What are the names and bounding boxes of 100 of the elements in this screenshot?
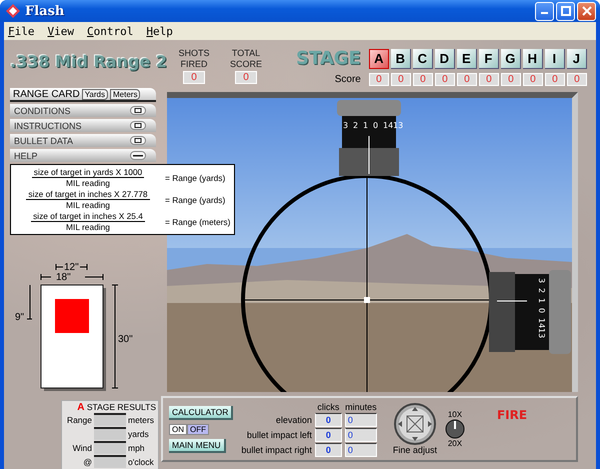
stage-score: 0	[434, 73, 455, 86]
stage-score: 0	[368, 73, 389, 86]
menu-item[interactable]: Control	[83, 24, 142, 38]
formula-denominator: MIL reading	[66, 178, 110, 188]
stage-tab[interactable]: B	[390, 48, 411, 68]
toggle-button[interactable]: ON	[169, 424, 187, 434]
close-icon	[582, 6, 592, 16]
score-label: Score	[334, 74, 361, 84]
calculator-button[interactable]: CALCULATOR	[169, 406, 234, 420]
zoom-knob-icon[interactable]	[444, 419, 465, 439]
expand-icon[interactable]	[130, 136, 146, 145]
column-header: minutes	[344, 402, 377, 412]
adjust-label: bullet impact left	[246, 430, 312, 440]
result-field[interactable]	[94, 427, 126, 440]
counter-label: TOTAL SCORE	[228, 48, 263, 70]
formula-numerator: size of target in yards X 1000	[32, 167, 144, 178]
section-header[interactable]: HELP	[10, 149, 156, 162]
stage-score: 0	[500, 73, 521, 86]
stage-score: 0	[390, 73, 411, 86]
expand-icon[interactable]	[130, 106, 146, 115]
stage-label: STAGE	[296, 48, 361, 69]
result-unit: meters	[128, 414, 155, 424]
turret-scale-number: 13	[537, 328, 546, 338]
result-unit: o'clock	[128, 456, 155, 466]
stage-score: 0	[412, 73, 433, 86]
result-field[interactable]	[94, 441, 126, 454]
stage-tab[interactable]: D	[434, 48, 455, 68]
turret-scale-number: 1	[537, 298, 546, 304]
stage-score: 0	[456, 73, 477, 86]
turret-scale-number: 3	[343, 121, 348, 130]
menu-item[interactable]: File	[4, 24, 44, 38]
turret-scale-number: 3	[537, 278, 546, 284]
clicks-field[interactable]: 0	[314, 412, 342, 426]
counter-value: 0	[183, 71, 205, 84]
formula-result: = Range (yards)	[165, 172, 226, 182]
clicks-field[interactable]: 0	[314, 428, 342, 442]
minutes-field[interactable]: 0	[344, 412, 377, 426]
section-label: INSTRUCTIONS	[14, 120, 82, 130]
result-unit: mph	[128, 442, 146, 452]
result-label: @	[82, 456, 92, 466]
minutes-field[interactable]: 0	[344, 442, 377, 456]
stage-score: 0	[522, 73, 543, 86]
formula-result: = Range (meters)	[165, 216, 230, 226]
result-field[interactable]	[94, 413, 126, 426]
turret-scale-number: 1	[363, 121, 368, 130]
section-label: BULLET DATA	[14, 136, 74, 146]
turret-scale-number: 14	[383, 121, 394, 130]
turret-scale-number: 14	[537, 318, 546, 328]
stage-tab[interactable]: E	[456, 48, 477, 68]
stage-tab[interactable]: A	[368, 48, 389, 68]
clicks-field[interactable]: 0	[314, 442, 342, 456]
section-header[interactable]: CONDITIONS	[10, 104, 156, 117]
section-label: CONDITIONS	[14, 106, 71, 116]
stage-tab[interactable]: F	[478, 48, 499, 68]
fine-adjust-label: Fine adjust	[392, 445, 437, 455]
unit-button[interactable]: Yards	[82, 88, 108, 100]
close-button[interactable]	[577, 2, 596, 20]
section-header[interactable]: INSTRUCTIONS	[10, 119, 156, 132]
stage-score: 0	[478, 73, 499, 86]
column-header: clicks	[316, 402, 340, 412]
counter-value: 0	[235, 71, 257, 84]
stage-tab[interactable]: G	[500, 48, 521, 68]
main-menu-button[interactable]: MAIN MENU	[169, 438, 226, 452]
collapse-icon[interactable]	[130, 151, 146, 160]
stage-score: 0	[544, 73, 565, 86]
section-header[interactable]: BULLET DATA	[10, 134, 156, 147]
turret-scale-number: 0	[537, 308, 546, 314]
maximize-icon	[560, 6, 570, 16]
result-label: Wind	[72, 442, 92, 452]
section-label: HELP	[14, 150, 38, 160]
stage-tab[interactable]: H	[522, 48, 543, 68]
formula-denominator: MIL reading	[66, 222, 110, 232]
zoom-label: 10X	[448, 410, 462, 419]
formula-result: = Range (yards)	[165, 194, 226, 204]
menu-item[interactable]: View	[44, 24, 83, 38]
window-title: Flash	[25, 4, 66, 18]
stage-tab[interactable]: I	[544, 48, 565, 68]
result-label: Range	[66, 414, 92, 424]
range-title: .338 Mid Range 2	[10, 52, 168, 71]
formula-denominator: MIL reading	[66, 200, 110, 210]
formula-numerator: size of target in inches X 25.4	[31, 211, 145, 222]
stage-tab[interactable]: C	[412, 48, 433, 68]
zoom-label: 20X	[448, 439, 462, 448]
menu-item[interactable]: Help	[142, 24, 182, 38]
app-icon	[6, 4, 20, 18]
turret-scale-number: 0	[373, 121, 378, 130]
toggle-button[interactable]: OFF	[187, 424, 209, 434]
unit-button[interactable]: Meters	[110, 88, 140, 100]
formula-numerator: size of target in inches X 27.778	[26, 189, 150, 200]
stage-results-title: A STAGE RESULTS	[76, 402, 156, 413]
turret-scale-number: 2	[537, 288, 546, 294]
result-field[interactable]	[94, 455, 126, 468]
direction-pad-icon[interactable]	[394, 403, 436, 445]
stage-tab[interactable]: J	[566, 48, 587, 68]
stage-score: 0	[566, 73, 587, 86]
counter-label: SHOTS FIRED	[177, 48, 210, 70]
minutes-field[interactable]: 0	[344, 428, 377, 442]
expand-icon[interactable]	[130, 121, 146, 130]
maximize-button[interactable]	[556, 2, 575, 20]
minimize-button[interactable]	[535, 2, 554, 20]
